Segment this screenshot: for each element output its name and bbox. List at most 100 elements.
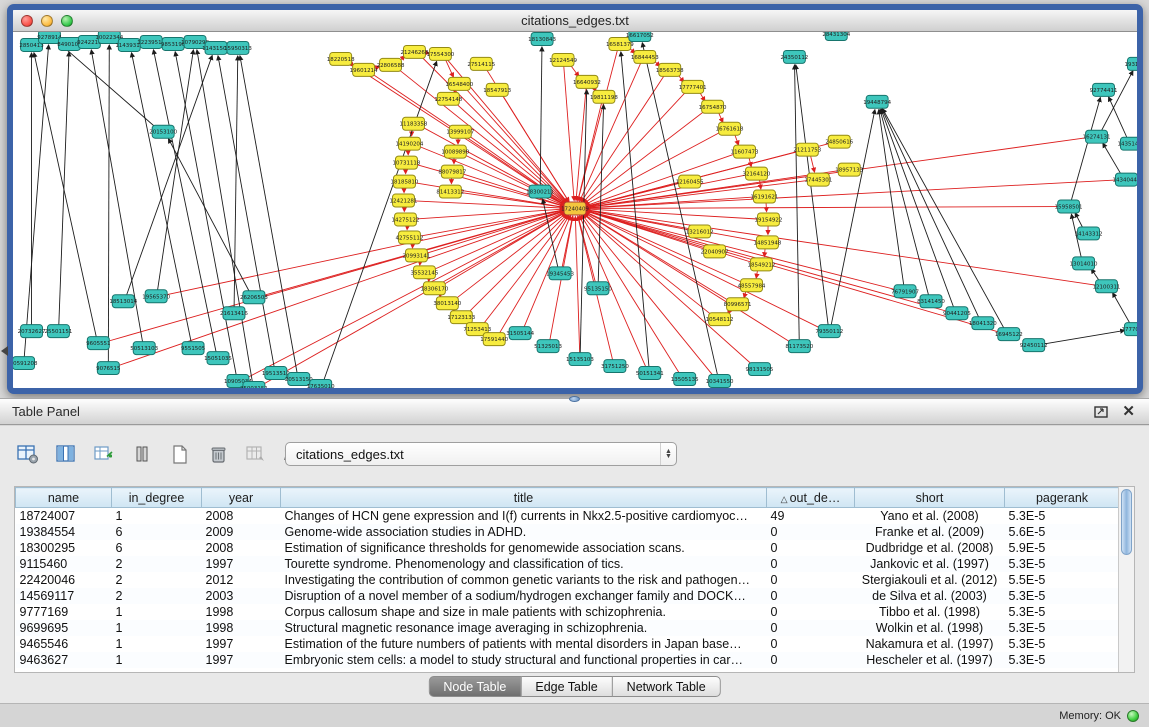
- graph-node[interactable]: 18130843: [528, 32, 556, 45]
- import-table-icon[interactable]: [242, 441, 270, 467]
- graph-node[interactable]: 13014010: [1070, 257, 1098, 270]
- network-canvas[interactable]: 2850413927891484901079242210100223441143…: [13, 32, 1137, 388]
- graph-node[interactable]: 11607473: [731, 145, 759, 158]
- graph-node[interactable]: 18549212: [748, 258, 776, 271]
- table-row[interactable]: 2242004622012Investigating the contribut…: [16, 572, 1120, 588]
- memory-status-indicator[interactable]: [1127, 710, 1139, 722]
- graph-node[interactable]: 16191621: [751, 190, 779, 203]
- graph-node[interactable]: 18547913: [483, 83, 511, 96]
- graph-node[interactable]: 14190204: [396, 137, 424, 150]
- graph-node[interactable]: 10548112: [706, 313, 734, 326]
- table-row[interactable]: 946554611997Estimation of the future num…: [16, 636, 1120, 652]
- graph-node[interactable]: 15051035: [204, 352, 232, 365]
- graph-node[interactable]: 83141450: [917, 295, 945, 308]
- graph-node[interactable]: 15958501: [1055, 200, 1083, 213]
- column-header[interactable]: name: [16, 488, 112, 508]
- graph-node[interactable]: 19601214: [350, 63, 378, 76]
- graph-node[interactable]: 92774411: [1090, 83, 1118, 96]
- graph-node[interactable]: 18957133: [835, 163, 863, 176]
- graph-node[interactable]: 24350112: [780, 50, 808, 63]
- graph-node[interactable]: 90441205: [943, 307, 971, 320]
- vertical-scrollbar[interactable]: [1118, 487, 1134, 672]
- graph-node[interactable]: 14275122: [392, 213, 420, 226]
- graph-node[interactable]: 10341550: [706, 375, 734, 388]
- graph-node[interactable]: 31751250: [601, 360, 629, 373]
- graph-node[interactable]: 76791907: [891, 285, 919, 298]
- graph-node[interactable]: 16754870: [699, 100, 727, 113]
- graph-node[interactable]: 92450112: [1020, 339, 1048, 352]
- graph-node[interactable]: 27514115: [467, 57, 495, 70]
- graph-node[interactable]: 12754148: [434, 92, 462, 105]
- graph-node[interactable]: 14340441: [1113, 173, 1137, 186]
- graph-node[interactable]: 16761618: [716, 122, 744, 135]
- graph-node[interactable]: 16945122: [995, 328, 1023, 341]
- graph-node[interactable]: 26206503: [240, 291, 268, 304]
- graph-node[interactable]: 19313510: [1124, 57, 1137, 70]
- table-row[interactable]: 1456911722003Disruption of a novel membe…: [16, 588, 1120, 604]
- graph-node[interactable]: 38013140: [433, 297, 461, 310]
- graph-node[interactable]: 18300211: [526, 185, 554, 198]
- graph-node[interactable]: 79350112: [815, 325, 843, 338]
- graph-node[interactable]: 17635010: [307, 380, 335, 388]
- graph-node[interactable]: 21211753: [793, 143, 821, 156]
- table-row[interactable]: 969969511998Structural magnetic resonanc…: [16, 620, 1120, 636]
- tab-node-table[interactable]: Node Table: [428, 676, 521, 697]
- tab-network-table[interactable]: Network Table: [613, 676, 721, 697]
- graph-node[interactable]: 15950313: [224, 41, 252, 54]
- graph-node[interactable]: 80996571: [724, 298, 752, 311]
- column-header[interactable]: pagerank: [1005, 488, 1120, 508]
- graph-node[interactable]: 25501151: [45, 325, 73, 338]
- column-header[interactable]: △out_de…: [767, 488, 855, 508]
- graph-node[interactable]: 17591440: [480, 333, 508, 346]
- splitter-handle[interactable]: [569, 396, 580, 402]
- new-file-icon[interactable]: [166, 441, 194, 467]
- graph-node[interactable]: 35532145: [411, 266, 439, 279]
- table-row[interactable]: 977716911998Corpus callosum shape and si…: [16, 604, 1120, 620]
- scrollbar-thumb[interactable]: [1121, 489, 1132, 555]
- close-panel-icon[interactable]: ✕: [1122, 404, 1135, 419]
- graph-node[interactable]: 50513103: [130, 342, 158, 355]
- graph-node[interactable]: 16617052: [626, 32, 654, 41]
- graph-node[interactable]: 18563738: [656, 63, 684, 76]
- graph-node[interactable]: 42755112: [396, 231, 424, 244]
- table-row[interactable]: 1872400712008Changes of HCN gene express…: [16, 508, 1120, 524]
- graph-node[interactable]: 21246268: [401, 45, 429, 58]
- table-selector-dropdown[interactable]: citations_edges.txt ▲▼: [285, 442, 677, 466]
- row-height-icon[interactable]: [128, 441, 156, 467]
- graph-node[interactable]: 18185810: [391, 175, 419, 188]
- graph-node[interactable]: 12160455: [676, 175, 704, 188]
- table-row[interactable]: 911546021997Tourette syndrome. Phenomeno…: [16, 556, 1120, 572]
- graph-node[interactable]: 10731118: [393, 156, 421, 169]
- table-row[interactable]: 1830029562008Estimation of significance …: [16, 540, 1120, 556]
- column-header[interactable]: in_degree: [112, 488, 202, 508]
- graph-node[interactable]: 9605551: [86, 337, 110, 350]
- table-row[interactable]: 1938455462009Genome-wide association stu…: [16, 524, 1120, 540]
- table-mode-icon[interactable]: [14, 441, 42, 467]
- graph-node[interactable]: 50151341: [636, 367, 664, 380]
- graph-node[interactable]: 17770413: [1122, 323, 1137, 336]
- graph-node[interactable]: 32164120: [743, 167, 771, 180]
- graph-node[interactable]: 81173520: [785, 340, 813, 353]
- column-header[interactable]: year: [202, 488, 281, 508]
- graph-node[interactable]: 18306170: [420, 282, 448, 295]
- graph-node[interactable]: 17777401: [679, 80, 707, 93]
- graph-node[interactable]: 13216012: [686, 225, 714, 238]
- graph-node[interactable]: 9551505: [181, 342, 205, 355]
- graph-node[interactable]: 9076515: [96, 362, 120, 375]
- graph-node[interactable]: 17445301: [804, 173, 832, 186]
- graph-node[interactable]: 10591208: [13, 357, 38, 370]
- graph-node[interactable]: 88079817: [438, 165, 466, 178]
- graph-node[interactable]: 24850616: [825, 135, 853, 148]
- graph-node[interactable]: 19811198: [590, 90, 618, 103]
- graph-node[interactable]: 20153100: [149, 125, 177, 138]
- graph-node[interactable]: 10089890: [441, 145, 469, 158]
- graph-node[interactable]: 28431304: [822, 32, 850, 40]
- graph-node[interactable]: 12124549: [549, 53, 577, 66]
- graph-node[interactable]: 21613416: [220, 307, 248, 320]
- table-row[interactable]: 946362711997Embryonic stem cells: a mode…: [16, 652, 1120, 668]
- column-header[interactable]: title: [281, 488, 767, 508]
- graph-node[interactable]: 16640932: [573, 75, 601, 88]
- graph-node[interactable]: 17123133: [447, 311, 475, 324]
- graph-node[interactable]: 12100311: [1093, 280, 1121, 293]
- graph-node[interactable]: 14143312: [1075, 227, 1103, 240]
